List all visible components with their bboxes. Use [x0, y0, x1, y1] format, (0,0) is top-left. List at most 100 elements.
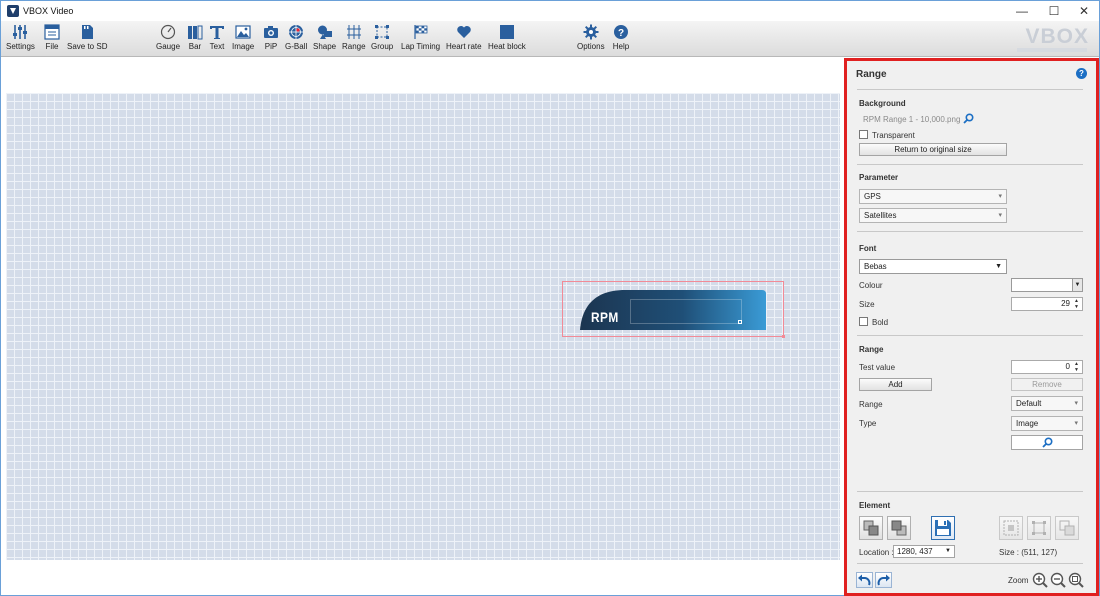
font-size-stepper[interactable]: 29 ▲ ▼	[1011, 297, 1083, 311]
fit-size-button[interactable]	[1027, 516, 1051, 540]
help-button[interactable]: ? Help	[612, 24, 630, 55]
font-heading: Font	[859, 244, 877, 253]
divider	[857, 563, 1083, 564]
align-center-icon	[1003, 520, 1019, 536]
font-size-value: 29	[1061, 299, 1070, 308]
test-value-stepper[interactable]: 0 ▲ ▼	[1011, 360, 1083, 374]
zoom-out-button[interactable]	[1050, 572, 1066, 588]
text-button[interactable]: Text	[208, 24, 226, 55]
text-icon	[208, 24, 226, 40]
range-properties-panel: Range ? Background RPM Range 1 - 10,000.…	[847, 61, 1096, 593]
redo-button[interactable]	[875, 572, 892, 588]
chevron-down-icon: ▾	[998, 193, 1002, 200]
chevron-down-icon: ▾	[1074, 420, 1078, 427]
range-select[interactable]: Default ▾	[1011, 396, 1083, 411]
panel-title: Range	[856, 69, 887, 80]
zoom-in-button[interactable]	[1032, 572, 1048, 588]
gauge-label: Gauge	[156, 42, 181, 51]
heat-block-button[interactable]: Heat block	[488, 24, 526, 55]
bold-checkbox[interactable]	[859, 317, 868, 326]
file-button[interactable]: File	[43, 24, 61, 55]
font-family-select[interactable]: Bebas ▼	[859, 259, 1007, 274]
zoom-fit-button[interactable]	[1068, 572, 1084, 588]
shape-label: Shape	[313, 42, 337, 51]
range-value-area[interactable]	[630, 299, 742, 324]
gauge-icon	[159, 24, 177, 40]
parameter-source-select[interactable]: GPS ▾	[859, 189, 1007, 204]
options-button[interactable]: Options	[577, 24, 605, 55]
location-input[interactable]: 1280, 437 ▼	[893, 545, 955, 558]
heart-icon	[455, 24, 473, 40]
minimize-button[interactable]: —	[1007, 1, 1037, 21]
heat-block-label: Heat block	[488, 42, 526, 51]
colour-picker[interactable]: ▼	[1011, 278, 1083, 292]
group-icon	[373, 24, 391, 40]
help-icon: ?	[612, 24, 630, 40]
range-button[interactable]: Range	[342, 24, 366, 55]
panel-help-icon[interactable]: ?	[1076, 68, 1087, 79]
return-to-original-size-button[interactable]: Return to original size	[859, 143, 1007, 156]
brand-underline	[1017, 48, 1087, 52]
chevron-down-icon: ▼	[945, 548, 951, 554]
stepper-arrows-icon[interactable]: ▲ ▼	[1072, 298, 1081, 310]
save-to-sd-button[interactable]: Save to SD	[67, 24, 107, 55]
layout-canvas-area[interactable]: RPM	[1, 58, 844, 595]
heat-block-icon	[498, 24, 516, 40]
transparent-checkbox[interactable]	[859, 130, 868, 139]
main-toolbar: Settings File Save to SD Gauge Bar Text …	[1, 21, 1099, 57]
range-icon	[345, 24, 363, 40]
type-select[interactable]: Image ▾	[1011, 416, 1083, 431]
file-icon	[43, 24, 61, 40]
gauge-button[interactable]: Gauge	[156, 24, 180, 55]
shape-button[interactable]: Shape	[313, 24, 336, 55]
file-label: File	[45, 42, 59, 51]
app-window: VBOX Video — ☐ ✕ Settings File Save to S…	[0, 0, 1100, 596]
parameter-heading: Parameter	[859, 173, 899, 182]
arrange-icon	[1059, 520, 1075, 536]
text-label: Text	[209, 42, 225, 51]
search-icon	[1041, 437, 1053, 448]
send-backward-icon	[891, 520, 907, 536]
shape-icon	[316, 24, 334, 40]
heart-rate-label: Heart rate	[446, 42, 482, 51]
g-ball-button[interactable]: G-Ball	[285, 24, 307, 55]
align-center-button[interactable]	[999, 516, 1023, 540]
pip-button[interactable]: PiP	[262, 24, 280, 55]
browse-search-icon[interactable]	[963, 113, 974, 124]
bar-button[interactable]: Bar	[186, 24, 204, 55]
g-ball-label: G-Ball	[285, 42, 308, 51]
settings-button[interactable]: Settings	[6, 24, 35, 55]
colour-label: Colour	[859, 281, 883, 290]
arrange-button[interactable]	[1055, 516, 1079, 540]
help-label: Help	[612, 42, 630, 51]
add-range-button[interactable]: Add	[859, 378, 932, 391]
transparent-label: Transparent	[872, 131, 915, 140]
resize-handle[interactable]	[782, 335, 785, 338]
bring-forward-button[interactable]	[859, 516, 883, 540]
heart-rate-button[interactable]: Heart rate	[446, 24, 482, 55]
lap-timing-button[interactable]: Lap Timing	[401, 24, 440, 55]
undo-button[interactable]	[856, 572, 873, 588]
parameter-channel-select[interactable]: Satellites ▾	[859, 208, 1007, 223]
browse-range-image-button[interactable]	[1011, 435, 1083, 450]
font-family-value: Bebas	[864, 262, 887, 271]
group-button[interactable]: Group	[371, 24, 393, 55]
save-element-button[interactable]	[931, 516, 955, 540]
pip-label: PiP	[264, 42, 278, 51]
image-button[interactable]: Image	[232, 24, 254, 55]
group-label: Group	[371, 42, 394, 51]
divider	[857, 164, 1083, 165]
type-label: Type	[859, 419, 877, 428]
zoom-in-icon	[1032, 572, 1048, 588]
stepper-arrows-icon[interactable]: ▲ ▼	[1072, 361, 1081, 373]
close-button[interactable]: ✕	[1069, 1, 1099, 21]
chevron-down-icon[interactable]: ▼	[1072, 279, 1082, 291]
gauge-label: RPM	[591, 309, 619, 325]
range-label: Range	[342, 42, 366, 51]
send-backward-button[interactable]	[887, 516, 911, 540]
floppy-disk-icon	[935, 520, 951, 536]
maximize-button[interactable]: ☐	[1039, 1, 1069, 21]
image-label: Image	[232, 42, 255, 51]
inner-resize-handle[interactable]	[738, 320, 742, 324]
remove-range-button[interactable]: Remove	[1011, 378, 1083, 391]
